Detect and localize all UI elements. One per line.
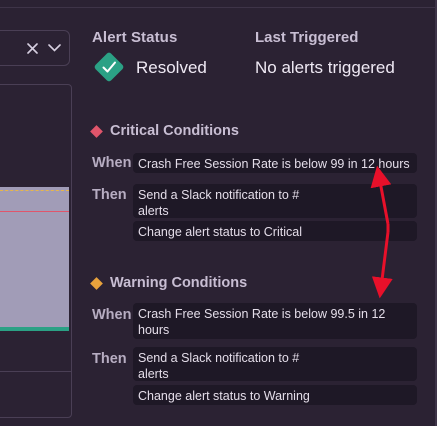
close-icon[interactable] <box>27 42 38 54</box>
warning-action-slack: Send a Slack notification to # alerts <box>133 347 417 381</box>
warning-when-label: When <box>92 307 132 323</box>
annotation-arrows <box>370 165 393 299</box>
critical-conditions-heading: Critical Conditions <box>90 123 239 139</box>
warning-threshold-line <box>0 190 69 191</box>
critical-heading-text: Critical Conditions <box>110 123 239 139</box>
resolved-check-icon <box>94 52 124 82</box>
metric-chart-panel <box>0 84 72 418</box>
environment-select[interactable] <box>0 30 70 66</box>
warning-then-label: Then <box>92 351 127 367</box>
alert-status-label: Alert Status <box>92 29 178 46</box>
top-border <box>0 0 437 8</box>
arrow-to-warning <box>371 231 393 299</box>
critical-then-label: Then <box>92 187 127 203</box>
chart-area <box>0 187 69 331</box>
alert-status-value: Resolved <box>136 58 207 77</box>
critical-diamond-icon <box>90 124 103 138</box>
warning-conditions-heading: Warning Conditions <box>90 275 248 291</box>
arrow-to-critical <box>370 165 392 225</box>
warning-diamond-icon <box>90 276 103 290</box>
chart-divider <box>0 371 71 372</box>
warning-heading-text: Warning Conditions <box>110 275 248 291</box>
chevron-down-icon[interactable] <box>48 44 61 52</box>
warning-when-box: Crash Free Session Rate is below 99.5 in… <box>133 303 417 339</box>
critical-threshold-line <box>0 211 69 212</box>
warning-action-status: Change alert status to Warning <box>133 385 417 405</box>
chart-baseline <box>0 327 69 331</box>
last-triggered-value: No alerts triggered <box>255 58 395 77</box>
last-triggered-label: Last Triggered <box>255 29 359 46</box>
critical-when-label: When <box>92 155 132 171</box>
